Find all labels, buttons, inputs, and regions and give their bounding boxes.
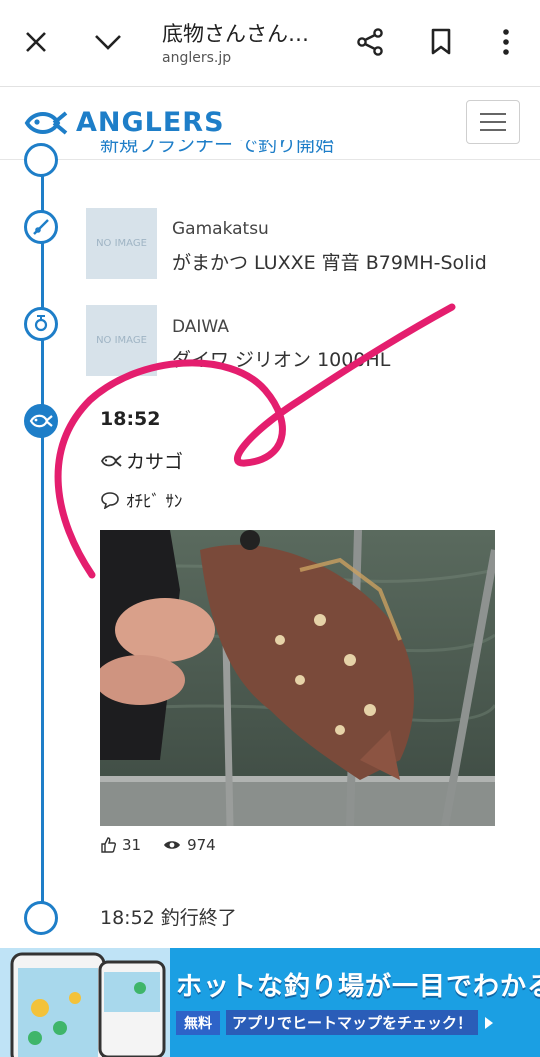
reel-icon: [24, 307, 58, 341]
rod-icon: [24, 210, 58, 244]
view-count: 974: [187, 836, 216, 854]
page-title: 底物さんさん…: [162, 22, 309, 46]
timeline-node-end: [24, 901, 58, 935]
anglers-logo[interactable]: ANGLERS: [24, 107, 225, 138]
catch-species[interactable]: カサゴ: [100, 447, 183, 474]
ad-headline: ホットな釣り場が一目でわかる: [176, 972, 540, 1002]
tackle-brand: Gamakatsu: [172, 219, 269, 239]
catch-comment: ｵﾁﾋﾞ ｻﾝ: [100, 487, 182, 512]
tackle-image-placeholder: NO IMAGE: [86, 208, 157, 279]
timeline-line: [41, 160, 44, 920]
like-count: 31: [122, 836, 142, 854]
fish-species-icon: [100, 454, 122, 467]
views: 974: [163, 836, 216, 854]
ad-subline: 無料 アプリでヒートマップをチェック！: [176, 1010, 494, 1035]
app-screenshot-image: [0, 948, 170, 1057]
tackle-image-placeholder: NO IMAGE: [86, 305, 157, 376]
fish-logo-icon: [24, 110, 68, 135]
app-ad-banner[interactable]: ホットな釣り場が一目でわかる 無料 アプリでヒートマップをチェック！: [0, 948, 540, 1057]
logo-text: ANGLERS: [76, 107, 225, 138]
timeline-node-start: [24, 143, 58, 177]
catch-time: 18:52: [100, 408, 161, 430]
page-domain: anglers.jp: [162, 50, 232, 66]
catch-stats: 31 974: [100, 836, 238, 854]
tackle-name-link[interactable]: ダイワ ジリオン 1000HL: [172, 345, 390, 372]
free-badge: 無料: [176, 1010, 220, 1035]
like-button[interactable]: 31: [100, 836, 141, 854]
hamburger-icon: [480, 113, 506, 115]
thumbs-up-icon: [101, 837, 116, 853]
fishing-end-text: 18:52 釣行終了: [100, 907, 237, 929]
tackle-brand: DAIWA: [172, 317, 229, 337]
more-vert-icon[interactable]: [486, 20, 526, 64]
close-icon[interactable]: [16, 20, 56, 64]
browser-toolbar: 底物さんさん… anglers.jp: [0, 0, 540, 87]
ad-subtext: アプリでヒートマップをチェック！: [226, 1010, 479, 1035]
timeline-start-text[interactable]: 新規プランナー で釣り開始: [100, 140, 420, 164]
catch-photo[interactable]: [100, 530, 495, 826]
tackle-name-link[interactable]: がまかつ LUXXE 宵音 B79MH-Solid: [172, 248, 487, 275]
share-icon[interactable]: [350, 20, 390, 64]
bookmark-icon[interactable]: [421, 20, 461, 64]
chevron-down-icon[interactable]: [88, 20, 128, 64]
comment-icon: [101, 491, 119, 509]
hamburger-menu-button[interactable]: [466, 100, 520, 144]
catch-fish-icon: [24, 404, 58, 438]
species-name: カサゴ: [126, 451, 184, 473]
play-arrow-icon: [485, 1016, 494, 1029]
eye-icon: [164, 841, 181, 849]
comment-text: ｵﾁﾋﾞ ｻﾝ: [126, 492, 183, 512]
